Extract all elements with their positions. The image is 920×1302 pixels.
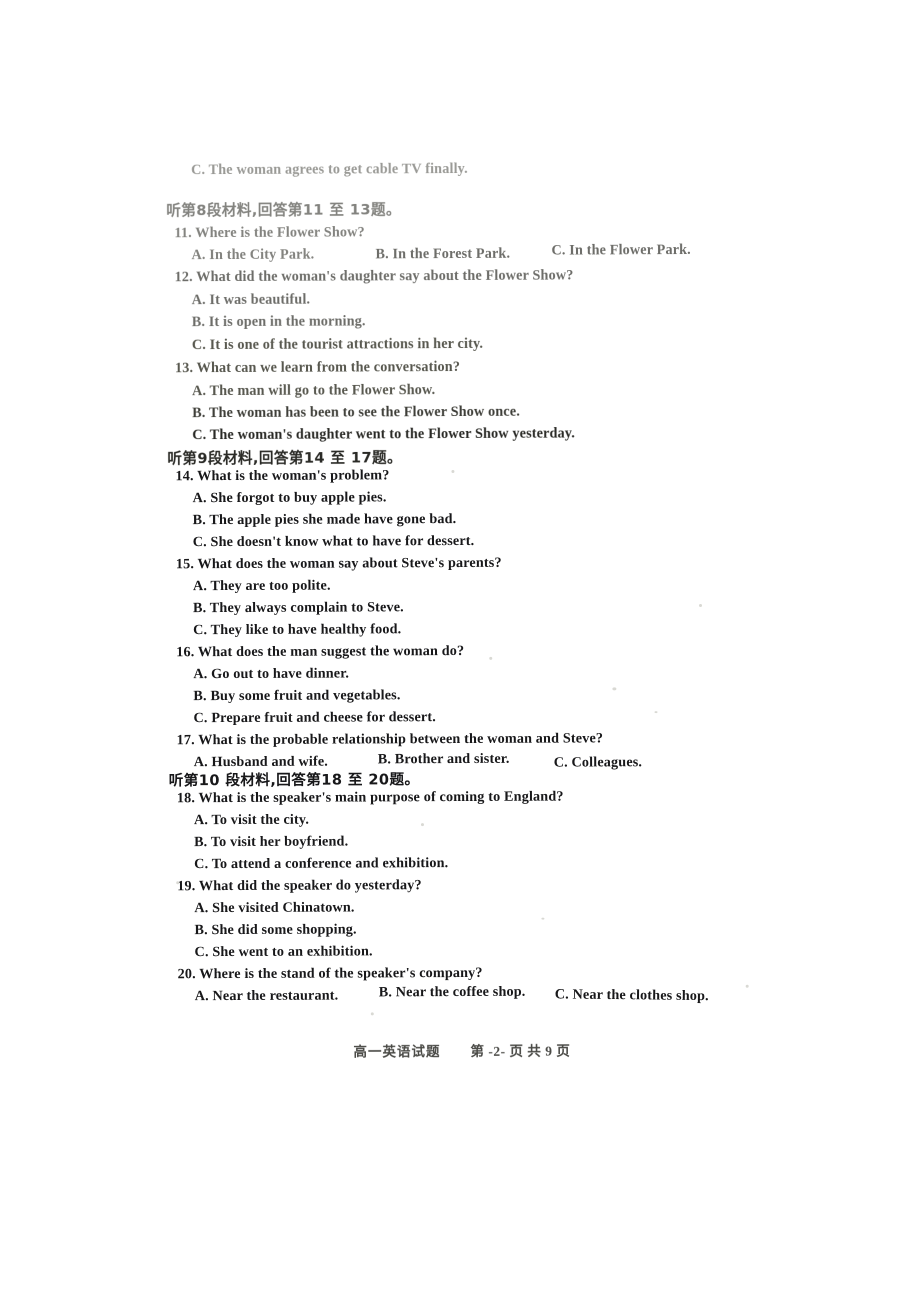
question-16-option-a[interactable]: A. Go out to have dinner. bbox=[193, 665, 349, 683]
question-15-number: 15. bbox=[175, 556, 195, 573]
question-14-option-b[interactable]: B. The apple pies she made have gone bad… bbox=[193, 511, 457, 529]
question-16-text: 16. What does the man suggest the woman … bbox=[176, 643, 464, 661]
question-15-option-a[interactable]: A. They are too polite. bbox=[193, 578, 331, 596]
question-15-text: 15. What does the woman say about Steve'… bbox=[176, 555, 502, 573]
scan-speck bbox=[420, 823, 424, 827]
question-17-body: What is the probable relationship betwee… bbox=[198, 730, 604, 749]
question-19-option-a[interactable]: A. She visited Chinatown. bbox=[194, 899, 354, 917]
question-20-option-a[interactable]: A. Near the restaurant. bbox=[195, 988, 339, 1006]
question-14-option-c[interactable]: C. She doesn't know what to have for des… bbox=[193, 533, 475, 551]
scanned-text-block: C. The woman agrees to get cable TV fina… bbox=[0, 0, 920, 1302]
question-12-number: 12. bbox=[174, 269, 193, 286]
question-11-text: 11. Where is the Flower Show? bbox=[174, 224, 364, 242]
question-15-body: What does the woman say about Steve's pa… bbox=[197, 554, 502, 573]
footer-subject: 高一英语试题 bbox=[353, 1044, 441, 1061]
exam-page: C. The woman agrees to get cable TV fina… bbox=[0, 0, 920, 1302]
question-15-option-c[interactable]: C. They like to have healthy food. bbox=[193, 621, 401, 639]
question-19-option-c[interactable]: C. She went to an exhibition. bbox=[194, 943, 372, 961]
page-footer: 高一英语试题 第 -2- 页 共 9 页 bbox=[2, 1038, 920, 1063]
question-16-option-c[interactable]: C. Prepare fruit and cheese for dessert. bbox=[193, 709, 435, 727]
footer-page-number: 第 -2- 页 共 9 页 bbox=[470, 1043, 571, 1059]
question-12-option-b[interactable]: B. It is open in the morning. bbox=[192, 313, 366, 331]
question-18-body: What is the speaker's main purpose of co… bbox=[198, 788, 564, 807]
question-14-option-a[interactable]: A. She forgot to buy apple pies. bbox=[193, 489, 387, 507]
question-13-option-a[interactable]: A. The man will go to the Flower Show. bbox=[192, 382, 435, 400]
question-15-option-b[interactable]: B. They always complain to Steve. bbox=[193, 599, 404, 617]
question-13-text: 13. What can we learn from the conversat… bbox=[175, 359, 460, 377]
question-14-text: 14. What is the woman's problem? bbox=[175, 467, 389, 485]
question-13-body: What can we learn from the conversation? bbox=[196, 358, 461, 377]
question-14-body: What is the woman's problem? bbox=[197, 467, 390, 485]
question-11-option-b[interactable]: B. In the Forest Park. bbox=[375, 246, 510, 264]
question-17-number: 17. bbox=[176, 732, 195, 749]
question-19-option-b[interactable]: B. She did some shopping. bbox=[194, 921, 356, 939]
scan-speck bbox=[699, 603, 703, 607]
question-13-option-c[interactable]: C. The woman's daughter went to the Flow… bbox=[192, 425, 575, 444]
question-18-option-c[interactable]: C. To attend a conference and exhibition… bbox=[194, 855, 448, 873]
question-12-option-a[interactable]: A. It was beautiful. bbox=[192, 292, 311, 310]
question-13-option-b[interactable]: B. The woman has been to see the Flower … bbox=[192, 404, 520, 422]
question-19-body: What did the speaker do yesterday? bbox=[198, 877, 422, 895]
scan-speck bbox=[451, 470, 455, 474]
scan-speck bbox=[176, 881, 180, 885]
scan-speck bbox=[654, 711, 658, 714]
question-12-option-c[interactable]: C. It is one of the tourist attractions … bbox=[192, 336, 483, 354]
question-20-body: Where is the stand of the speaker's comp… bbox=[199, 964, 483, 983]
question-16-body: What does the man suggest the woman do? bbox=[197, 642, 465, 661]
section-header-8: 听第8段材料,回答第11 至 13题。 bbox=[166, 201, 401, 220]
scan-speck bbox=[489, 656, 493, 660]
option-carryover: C. The woman agrees to get cable TV fina… bbox=[191, 160, 468, 179]
scan-speck bbox=[370, 1012, 374, 1016]
question-18-option-b[interactable]: B. To visit her boyfriend. bbox=[194, 833, 348, 851]
question-17-text: 17. What is the probable relationship be… bbox=[177, 730, 604, 749]
question-20-option-c[interactable]: C. Near the clothes shop. bbox=[555, 986, 709, 1005]
question-12-body: What did the woman's daughter say about … bbox=[196, 267, 574, 286]
section-header-10: 听第10 段材料,回答第18 至 20题。 bbox=[168, 771, 420, 790]
question-14-number: 14. bbox=[175, 468, 194, 485]
question-17-option-c[interactable]: C. Colleagues. bbox=[554, 754, 642, 771]
question-20-option-b[interactable]: B. Near the coffee shop. bbox=[379, 984, 526, 1002]
question-20-text: 20. Where is the stand of the speaker's … bbox=[178, 965, 483, 983]
question-11-option-a[interactable]: A. In the City Park. bbox=[191, 247, 314, 265]
question-19-text: 19. What did the speaker do yesterday? bbox=[177, 877, 422, 895]
question-18-option-a[interactable]: A. To visit the city. bbox=[194, 812, 309, 830]
question-16-option-b[interactable]: B. Buy some fruit and vegetables. bbox=[193, 687, 400, 705]
question-11-option-c[interactable]: C. In the Flower Park. bbox=[551, 242, 690, 260]
section-header-9: 听第9段材料,回答第14 至 17题。 bbox=[167, 449, 403, 468]
scan-speck bbox=[612, 687, 617, 691]
question-13-number: 13. bbox=[174, 360, 194, 377]
question-16-number: 16. bbox=[176, 644, 195, 661]
question-11-number: 11. bbox=[174, 225, 192, 242]
question-18-number: 18. bbox=[176, 790, 196, 807]
question-19-number: 19. bbox=[177, 878, 196, 895]
scan-speck bbox=[541, 917, 545, 920]
question-12-text: 12. What did the woman's daughter say ab… bbox=[175, 268, 574, 287]
scan-speck bbox=[745, 984, 749, 988]
question-20-number: 20. bbox=[177, 966, 196, 983]
question-18-text: 18. What is the speaker's main purpose o… bbox=[177, 789, 564, 808]
question-17-option-b[interactable]: B. Brother and sister. bbox=[378, 751, 510, 769]
question-11-body: Where is the Flower Show? bbox=[195, 224, 365, 242]
